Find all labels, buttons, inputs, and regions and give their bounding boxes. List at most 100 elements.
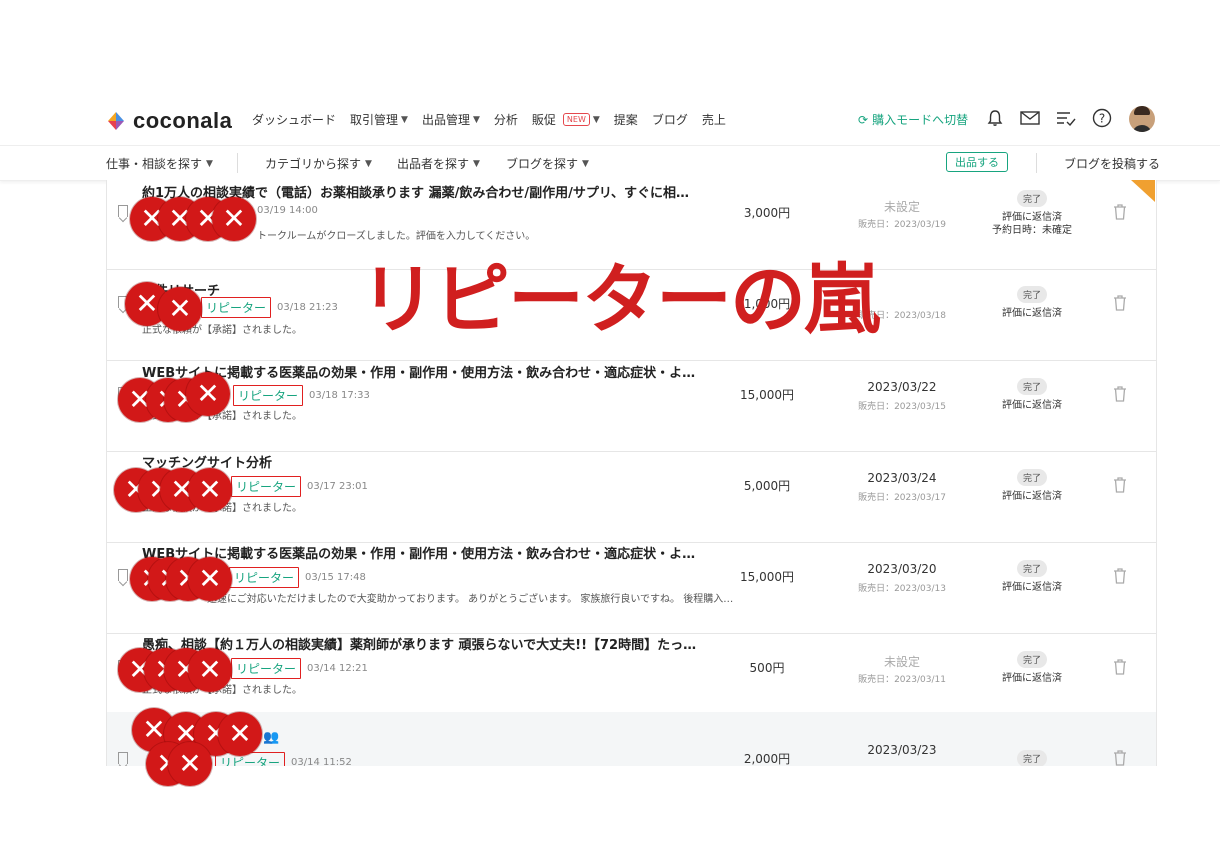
search-blogs-dropdown[interactable]: ブログを探す ▼ (506, 155, 589, 172)
search-sellers-dropdown[interactable]: 出品者を探す ▼ (397, 155, 480, 172)
timestamp: 03/14 11:52 (291, 757, 352, 766)
price: 500円 (749, 661, 785, 675)
repeater-tag: リピーター (229, 567, 300, 588)
sold-date: 販売日：2023/03/13 (858, 584, 946, 594)
table-row[interactable]: リピーター 03/14 11:52 👥 2,000円 2023/03/23 完了 (107, 712, 1156, 766)
service-title[interactable]: マッチングサイト分析 (142, 452, 702, 471)
row-meta: リピーター 03/17 23:01 (231, 476, 368, 497)
timestamp: 03/18 21:23 (277, 302, 338, 313)
bookmark-icon[interactable] (118, 569, 128, 581)
buy-mode-toggle[interactable]: ⟳ 購入モードへ切替 (858, 111, 968, 128)
status-badge: 完了 (1016, 286, 1047, 303)
table-row[interactable]: WEBサイトに掲載する医薬品の効果・作用・副作用・使用方法・飲み合わせ・適応症状… (107, 361, 1156, 452)
row-meta: 03/19 14:00 (257, 205, 318, 216)
mail-icon[interactable] (1019, 107, 1041, 129)
last-message: 正式な依頼が【承諾】されました。 (142, 411, 302, 422)
timestamp: 03/17 23:01 (307, 481, 368, 492)
trash-icon[interactable] (1113, 750, 1127, 766)
price: 3,000円 (743, 206, 791, 220)
nav-sales[interactable]: 売上 (702, 111, 726, 128)
delivery-date: 2023/03/24 (867, 471, 937, 485)
price: 15,000円 (740, 388, 794, 402)
row-meta: リピーター 03/15 17:48 (229, 567, 366, 588)
sold-date: 販売日：2023/03/17 (858, 493, 946, 503)
chevron-down-icon: ▼ (206, 158, 213, 169)
chevron-down-icon: ▼ (473, 158, 480, 169)
bookmark-icon[interactable] (118, 205, 128, 217)
chevron-down-icon: ▼ (365, 158, 372, 169)
nav-dashboard[interactable]: ダッシュボード (252, 111, 336, 128)
status-badge: 完了 (1016, 560, 1047, 577)
delivery-date: 2023/03/23 (867, 743, 937, 757)
chevron-down-icon: ▼ (582, 158, 589, 169)
bookmark-icon[interactable] (118, 752, 128, 764)
post-blog-link[interactable]: ブログを投稿する (1064, 155, 1160, 172)
redaction-x-icon: ✕ (188, 648, 232, 692)
delivery-date: 2023/03/22 (867, 380, 937, 394)
timestamp: 03/19 14:00 (257, 205, 318, 216)
redaction-x-icon: ✕ (212, 197, 256, 241)
service-title[interactable]: 愚痴、相談【約１万人の相談実績】薬剤師が承ります 頑張らないで大丈夫!!【72時… (142, 634, 702, 653)
redaction-x-icon: ✕ (158, 287, 202, 331)
search-category-dropdown[interactable]: カテゴリから探す ▼ (265, 155, 372, 172)
redaction-x-icon: ✕ (218, 712, 262, 756)
status-column: 完了 (987, 747, 1077, 766)
row-meta: リピーター 03/18 17:33 (233, 385, 370, 406)
trash-icon[interactable] (1113, 477, 1127, 497)
search-jobs-dropdown[interactable]: 仕事・相談を探す ▼ (106, 155, 213, 172)
nav-transactions[interactable]: 取引管理 ▼ (350, 111, 408, 128)
redaction-x-icon: ✕ (188, 468, 232, 512)
row-meta: リピーター 03/18 21:23 (201, 297, 338, 318)
status-badge: 完了 (1016, 750, 1047, 766)
bell-icon[interactable] (984, 107, 1006, 129)
nav-blog[interactable]: ブログ (652, 111, 688, 128)
sold-date: 販売日：2023/03/19 (858, 220, 946, 230)
trash-icon[interactable] (1113, 568, 1127, 588)
redaction-x-icon: ✕ (186, 372, 230, 416)
service-title[interactable]: WEBサイトに掲載する医薬品の効果・作用・副作用・使用方法・飲み合わせ・適応症状… (142, 543, 702, 562)
status-text: 評価に返信済 (1002, 491, 1062, 502)
sub-nav: 仕事・相談を探す ▼ カテゴリから探す ▼ 出品者を探す ▼ ブログを探す ▼ ブログを… (0, 145, 1220, 181)
nav-proposals[interactable]: 提案 (614, 111, 638, 128)
price: 15,000円 (740, 570, 794, 584)
nav-promotion[interactable]: 販促 NEW ▼ (532, 111, 600, 128)
divider (237, 153, 238, 173)
repeater-tag: リピーター (231, 658, 302, 679)
divider (1036, 153, 1037, 173)
price: 2,000円 (743, 752, 791, 766)
timestamp: 03/15 17:48 (305, 572, 366, 583)
service-title[interactable]: WEBサイトに掲載する医薬品の効果・作用・副作用・使用方法・飲み合わせ・適応症状… (142, 362, 702, 381)
new-badge: NEW (562, 113, 590, 126)
group-icon: 👥 (263, 730, 280, 745)
status-text: 予約日時：未確定 (992, 225, 1072, 236)
status-column: 完了 評価に返信済 (987, 466, 1077, 503)
status-text: 評価に返信済 (1002, 400, 1062, 411)
list-check-icon[interactable] (1055, 107, 1077, 129)
nav-listings[interactable]: 出品管理 ▼ (422, 111, 480, 128)
nav-analysis[interactable]: 分析 (494, 111, 518, 128)
trash-icon[interactable] (1113, 659, 1127, 679)
table-row[interactable]: マッチングサイト分析 リピーター 03/17 23:01 正式な依頼が【承諾】され… (107, 452, 1156, 543)
trash-icon[interactable] (1113, 386, 1127, 406)
help-icon[interactable]: ? (1091, 107, 1113, 129)
table-row[interactable]: WEBサイトに掲載する医薬品の効果・作用・副作用・使用方法・飲み合わせ・適応症状… (107, 543, 1156, 634)
coconala-logo[interactable]: coconala (105, 108, 232, 134)
main-nav: ダッシュボード 取引管理 ▼ 出品管理 ▼ 分析 販促 NEW ▼ 提案 ブログ 売上 (252, 111, 726, 128)
sold-date: 販売日：2023/03/11 (858, 675, 946, 685)
status-column: 完了 評価に返信済 (987, 283, 1077, 320)
trash-icon[interactable] (1113, 295, 1127, 315)
redaction-x-icon: ✕ (188, 557, 232, 601)
chevron-down-icon: ▼ (472, 114, 480, 125)
chevron-down-icon: ▼ (592, 114, 600, 125)
trash-icon[interactable] (1113, 204, 1127, 224)
avatar[interactable] (1129, 106, 1155, 132)
status-badge: 完了 (1016, 651, 1047, 668)
repeater-tag: リピーター (201, 297, 272, 318)
sell-button[interactable]: 出品する (946, 152, 1008, 172)
redaction-x-icon: ✕ (168, 742, 212, 786)
logo-icon (105, 110, 127, 132)
status-text: 評価に返信済 (1002, 308, 1062, 319)
delivery-date: 2023/03/20 (867, 562, 937, 576)
repeater-tag: リピーター (215, 752, 286, 766)
repeater-tag: リピーター (231, 476, 302, 497)
